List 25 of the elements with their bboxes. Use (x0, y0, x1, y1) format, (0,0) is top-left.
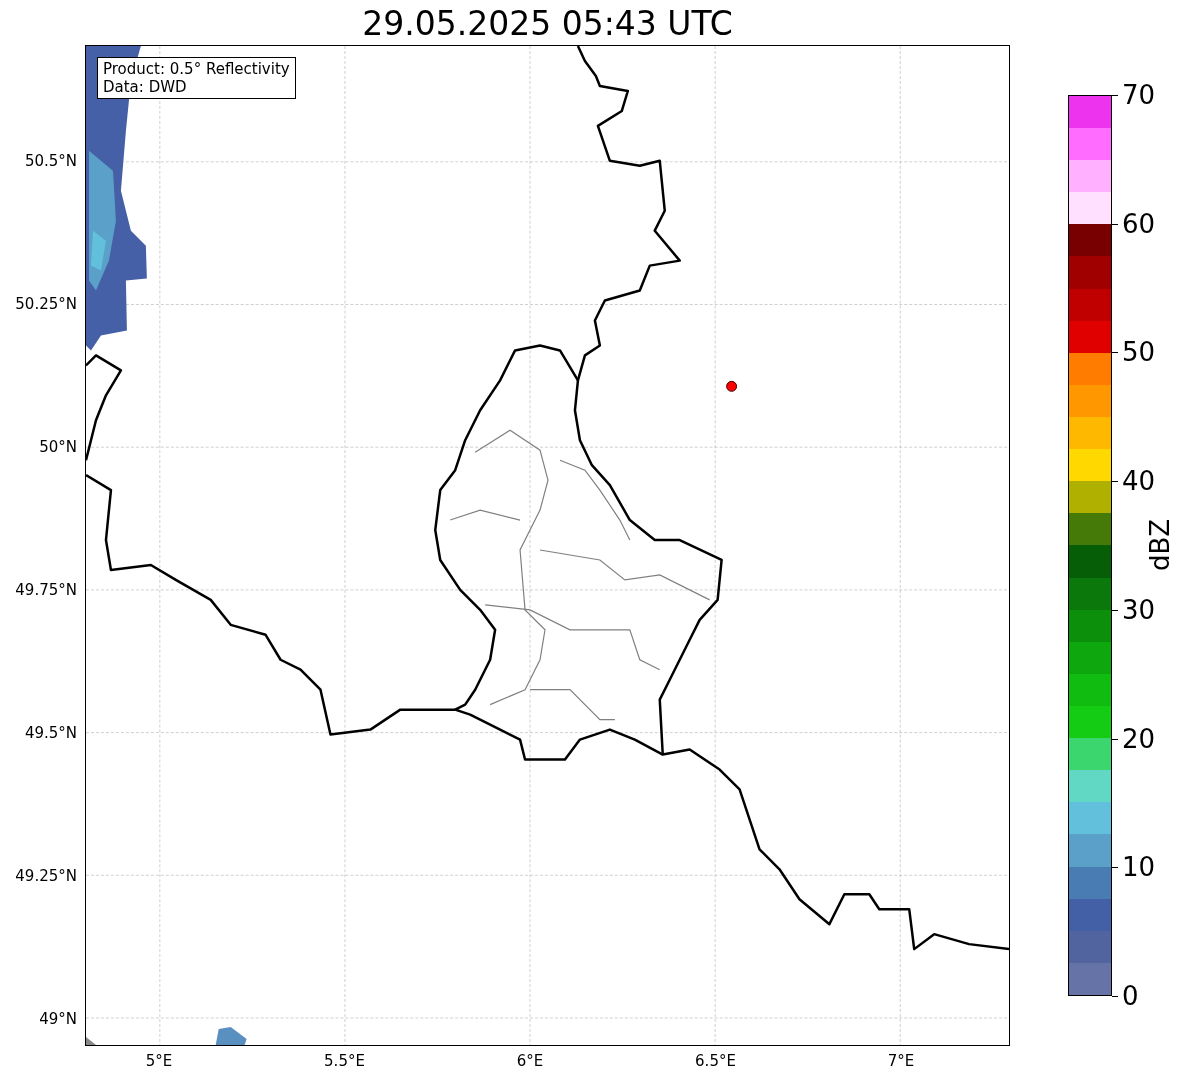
colorbar-tick-label: 20 (1122, 723, 1156, 754)
latitude-label: 49.75°N (15, 581, 77, 599)
longitude-label: 5°E (145, 1052, 173, 1070)
latitude-label: 50.5°N (24, 152, 77, 170)
latitude-label: 49°N (39, 1010, 77, 1028)
location-marker (726, 380, 738, 392)
colorbar-tick-label: 60 (1122, 208, 1156, 239)
longitude-label: 6.5°E (695, 1052, 736, 1070)
latitude-label: 49.25°N (15, 867, 77, 885)
colorbar-tick-label: 30 (1122, 594, 1156, 625)
latitude-label: 50°N (39, 438, 77, 456)
latitude-label: 49.5°N (24, 724, 77, 742)
info-text: Product: 0.5° Reflectivity (103, 60, 290, 78)
longitude-label: 5.5°E (324, 1052, 365, 1070)
colorbar-tick-label: 50 (1122, 337, 1156, 368)
colorbar-label: dBZ (1145, 518, 1175, 572)
colorbar-tick-label: 10 (1122, 852, 1156, 883)
colorbar-tick-label: 0 (1122, 981, 1139, 1011)
chart-title: 29.05.2025 05:43 UTC (361, 3, 734, 45)
info-text: Data: DWD (103, 78, 188, 96)
longitude-label: 7°E (887, 1052, 915, 1070)
latitude-label: 50.25°N (15, 295, 77, 313)
longitude-label: 6°E (516, 1052, 544, 1070)
colorbar-tick-label: 70 (1122, 80, 1156, 110)
colorbar-tick-label: 40 (1122, 466, 1156, 497)
